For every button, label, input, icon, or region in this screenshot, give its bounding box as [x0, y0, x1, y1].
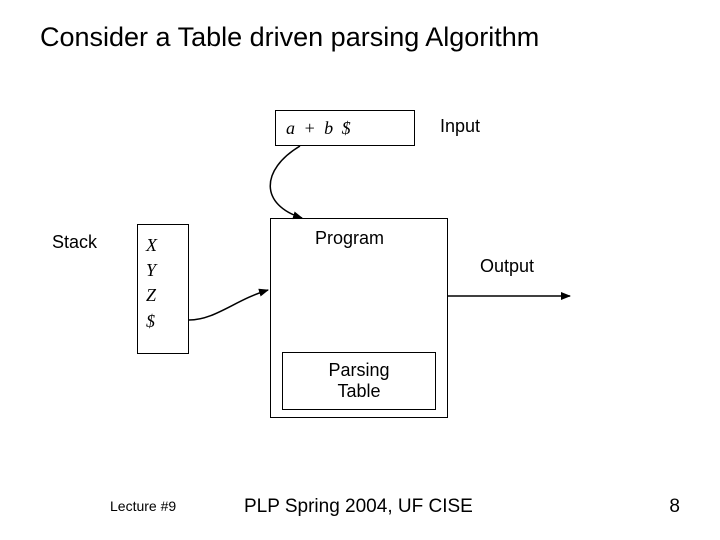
parsing-table-line2: Table — [337, 381, 380, 402]
stack-box: X Y Z $ — [137, 224, 189, 354]
slide: Consider a Table driven parsing Algorith… — [0, 0, 720, 540]
stack-item: Y — [146, 258, 156, 283]
stack-label: Stack — [52, 232, 97, 253]
stack-item: X — [146, 233, 157, 258]
input-tape-text: a + b $ — [286, 118, 353, 139]
footer-course: PLP Spring 2004, UF CISE — [244, 496, 473, 518]
program-label: Program — [315, 228, 384, 249]
stack-item: $ — [146, 309, 155, 334]
parsing-table-box: Parsing Table — [282, 352, 436, 410]
footer-lecture: Lecture #9 — [110, 498, 176, 514]
input-label: Input — [440, 116, 480, 137]
footer-page-number: 8 — [669, 496, 680, 518]
stack-item: Z — [146, 283, 156, 308]
parsing-table-line1: Parsing — [328, 360, 389, 381]
output-label: Output — [480, 256, 534, 277]
input-tape-box: a + b $ — [275, 110, 415, 146]
slide-title: Consider a Table driven parsing Algorith… — [40, 22, 539, 53]
